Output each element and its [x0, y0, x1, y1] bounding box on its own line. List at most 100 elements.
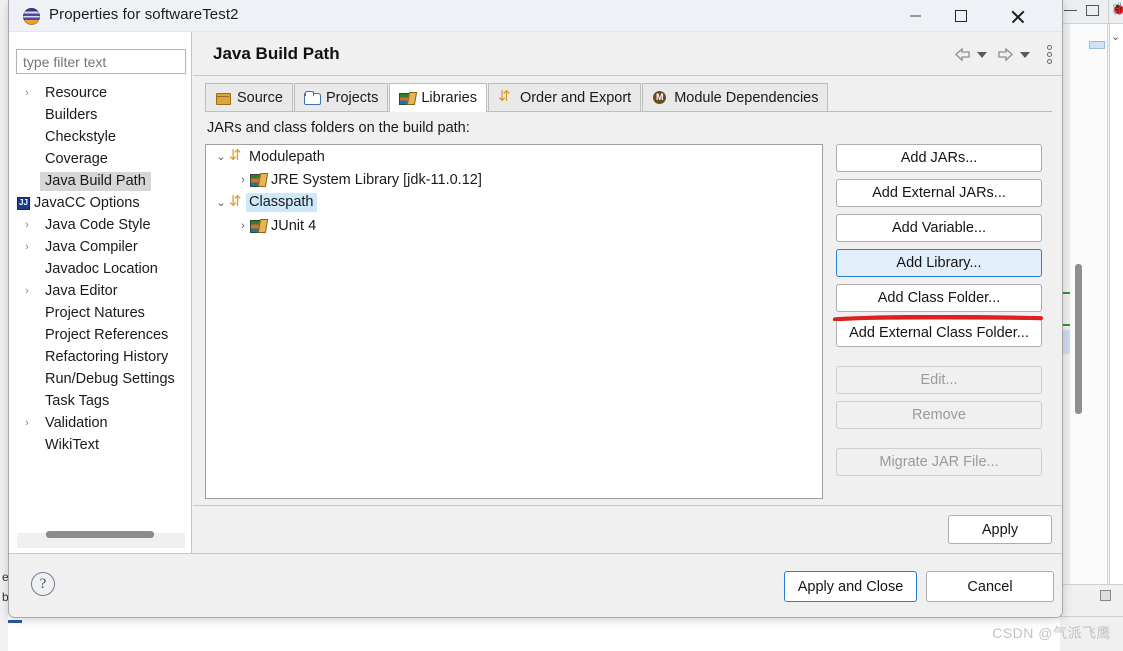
minimize-icon: [909, 15, 921, 17]
tree-indent-spacer: ›: [21, 263, 33, 275]
nav-horizontal-scrollbar-thumb[interactable]: [46, 531, 154, 538]
expand-chevron-icon[interactable]: ›: [21, 417, 33, 429]
add-variable-button[interactable]: Add Variable...: [836, 214, 1042, 242]
tab-libraries[interactable]: Libraries: [389, 83, 487, 112]
tree-row[interactable]: ⌄ Classpath: [206, 191, 822, 214]
build-path-tabs: Source Projects Libraries Order and Export M…: [205, 83, 1052, 112]
back-history-chevron-down-icon[interactable]: [977, 51, 987, 58]
settings-tree: ›Resource›Builders›Checkstyle›Coverage›J…: [9, 82, 192, 456]
sidebar-item-label: Validation: [45, 415, 108, 431]
expand-chevron-icon[interactable]: ›: [21, 219, 33, 231]
expand-chevron-icon[interactable]: ›: [236, 220, 250, 232]
sidebar-item-project-natures[interactable]: › Project Natures: [9, 302, 192, 324]
minimize-button[interactable]: [892, 0, 938, 32]
sidebar-item-label: Resource: [45, 85, 108, 101]
bg-vertical-scrollbar[interactable]: [1075, 264, 1082, 414]
nav-horizontal-scrollbar-track[interactable]: [17, 531, 185, 548]
tree-row[interactable]: › JRE System Library [jdk-11.0.12]: [206, 168, 822, 191]
sidebar-item-project-references[interactable]: › Project References: [9, 324, 192, 346]
tab-label: Source: [237, 89, 283, 106]
apply-and-close-button[interactable]: Apply and Close: [784, 571, 917, 602]
settings-content-pane: Java Build Path Source Projects Libraries O…: [193, 32, 1062, 554]
sidebar-item-label: Checkstyle: [45, 129, 116, 145]
sidebar-item-label: WikiText: [45, 437, 99, 453]
sidebar-item-java-compiler[interactable]: › Java Compiler: [9, 236, 192, 258]
library-books-icon: [250, 173, 267, 187]
tree-row[interactable]: ⌄ Modulepath: [206, 145, 822, 168]
sidebar-item-refactoring-history[interactable]: › Refactoring History: [9, 346, 192, 368]
build-path-tree[interactable]: ⌄ Modulepath › JRE System Library [jdk-11.0…: [205, 144, 823, 499]
tree-indent-spacer: ›: [21, 373, 33, 385]
sidebar-item-label: Javadoc Location: [45, 261, 158, 277]
add-external-class-folder-button[interactable]: Add External Class Folder...: [836, 319, 1042, 347]
tab-order-and-export[interactable]: Order and Export: [487, 83, 642, 111]
sidebar-item-label: Project Natures: [45, 305, 145, 321]
tree-indent-spacer: ›: [21, 439, 33, 451]
maximize-icon: [955, 10, 967, 22]
order-export-arrows-icon: [498, 88, 514, 106]
expand-chevron-icon[interactable]: ›: [21, 285, 33, 297]
sidebar-item-javadoc-location[interactable]: › Javadoc Location: [9, 258, 192, 280]
sidebar-item-resource[interactable]: › Resource: [9, 82, 192, 104]
collapse-chevron-icon[interactable]: ⌄: [214, 150, 228, 163]
sidebar-item-java-editor[interactable]: › Java Editor: [9, 280, 192, 302]
add-library-button[interactable]: Add Library...: [836, 249, 1042, 277]
tab-projects[interactable]: Projects: [293, 83, 389, 111]
content-toolbar: [953, 45, 1052, 64]
add-external-jars-button[interactable]: Add External JARs...: [836, 179, 1042, 207]
tab-source[interactable]: Source: [205, 83, 293, 111]
tree-row-label: JUnit 4: [271, 217, 317, 234]
add-class-folder-button[interactable]: Add Class Folder...: [836, 284, 1042, 312]
sidebar-item-coverage[interactable]: › Coverage: [9, 148, 192, 170]
filter-input[interactable]: [16, 49, 186, 74]
back-arrow-icon[interactable]: [953, 45, 972, 64]
maximize-button[interactable]: [938, 0, 984, 32]
close-icon: [1010, 9, 1025, 24]
sidebar-item-validation[interactable]: › Validation: [9, 412, 192, 434]
sidebar-item-javacc-options[interactable]: JavaCC Options: [9, 192, 192, 214]
add-jars-button[interactable]: Add JARs...: [836, 144, 1042, 172]
path-arrows-icon: [228, 192, 245, 211]
dialog-title: Properties for softwareTest2: [49, 6, 239, 23]
apply-button[interactable]: Apply: [948, 515, 1052, 544]
sidebar-item-label: Refactoring History: [45, 349, 169, 365]
dialog-footer: ? Apply and Close Cancel: [9, 553, 1062, 617]
sidebar-item-builders[interactable]: › Builders: [9, 104, 192, 126]
edit-button: Edit...: [836, 366, 1042, 394]
sidebar-item-label: Task Tags: [45, 393, 110, 409]
jars-list-label: JARs and class folders on the build path…: [207, 120, 470, 136]
help-icon[interactable]: ?: [31, 572, 55, 596]
expand-chevron-icon[interactable]: ›: [21, 87, 33, 99]
eclipse-logo-icon: [23, 8, 40, 25]
sidebar-item-java-code-style[interactable]: › Java Code Style: [9, 214, 192, 236]
tab-label: Projects: [325, 89, 379, 106]
sidebar-item-label: Project References: [45, 327, 169, 343]
bg-maximize-icon: [1086, 5, 1099, 16]
library-books-icon: [250, 219, 267, 233]
close-button[interactable]: [994, 0, 1040, 32]
sidebar-item-wikitext[interactable]: › WikiText: [9, 434, 192, 456]
sidebar-item-java-build-path[interactable]: › Java Build Path: [9, 170, 192, 192]
migrate-jar-file-button: Migrate JAR File...: [836, 448, 1042, 476]
tree-row[interactable]: › JUnit 4: [206, 214, 822, 237]
expand-chevron-icon[interactable]: ›: [236, 174, 250, 186]
tab-label: Module Dependencies: [674, 89, 819, 106]
apply-separator: [193, 505, 1062, 506]
tab-module-dependencies[interactable]: Module Dependencies: [642, 83, 829, 111]
build-path-actions: Add JARs... Add External JARs... Add Varia…: [836, 144, 1042, 483]
button-group-spacer: [836, 436, 1042, 448]
expand-chevron-icon[interactable]: ›: [21, 241, 33, 253]
bg-outline-sidebar: [1109, 24, 1123, 584]
forward-history-chevron-down-icon[interactable]: [1020, 51, 1030, 58]
sidebar-item-checkstyle[interactable]: › Checkstyle: [9, 126, 192, 148]
kebab-menu-icon[interactable]: [1047, 45, 1052, 64]
forward-arrow-icon[interactable]: [996, 45, 1015, 64]
libraries-books-icon: [399, 91, 415, 105]
sidebar-item-label: JavaCC Options: [34, 195, 140, 211]
sidebar-item-run-debug-settings[interactable]: › Run/Debug Settings: [9, 368, 192, 390]
collapse-chevron-icon[interactable]: ⌄: [214, 196, 228, 209]
bg-status-icon: [1100, 590, 1111, 601]
sidebar-item-task-tags[interactable]: › Task Tags: [9, 390, 192, 412]
cancel-button[interactable]: Cancel: [926, 571, 1054, 602]
bg-left-accent-line: [8, 620, 22, 623]
